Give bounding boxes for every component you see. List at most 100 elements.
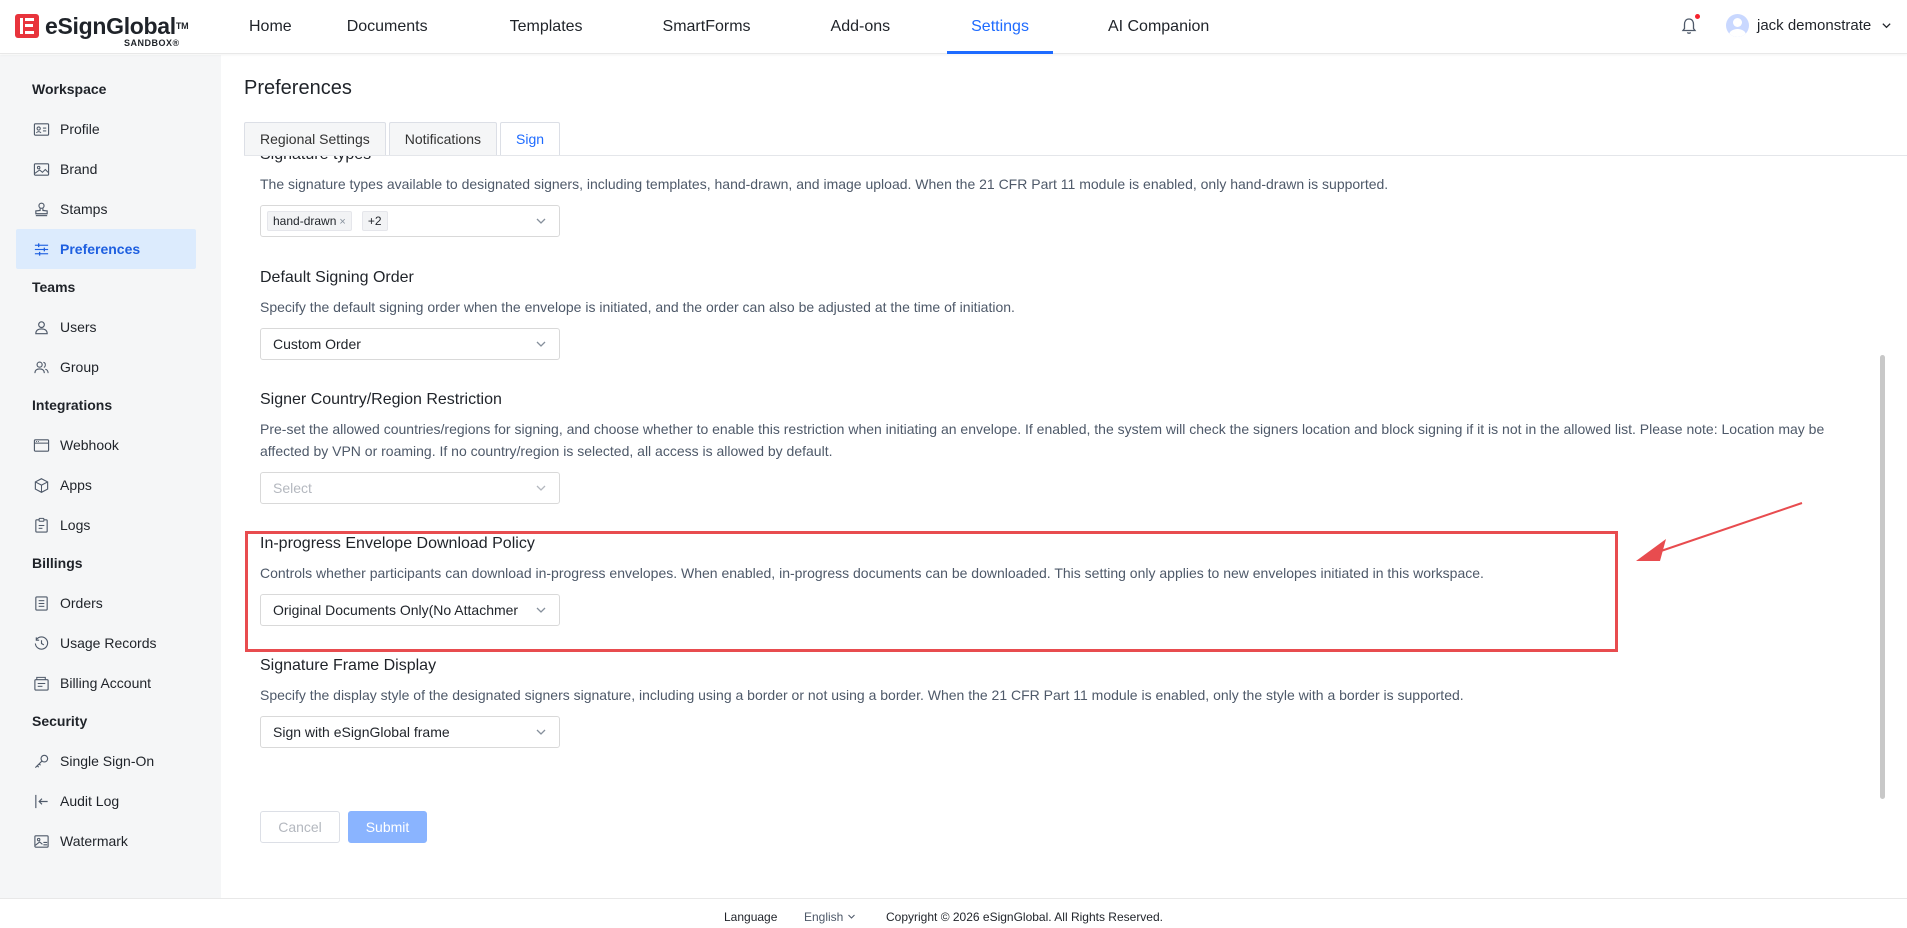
sidebar-item-label: Group	[60, 359, 99, 375]
section-frame-display: Signature Frame Display Specify the disp…	[260, 657, 1860, 748]
sidebar-item-audit-log[interactable]: Audit Log	[16, 781, 196, 821]
cube-icon	[32, 477, 50, 493]
sidebar-item-label: Preferences	[60, 241, 141, 257]
user-icon	[32, 319, 50, 335]
nav-settings[interactable]: Settings	[947, 0, 1053, 54]
sidebar-item-label: Users	[60, 319, 97, 335]
frame-display-select[interactable]: Sign with eSignGlobal frame	[260, 716, 560, 748]
nav-smartforms[interactable]: SmartForms	[663, 0, 751, 54]
section-description: Specify the default signing order when t…	[260, 299, 1015, 315]
section-default-signing-order: Default Signing Order Specify the defaul…	[260, 269, 1860, 360]
wallet-icon	[32, 675, 50, 691]
nav-ai-companion[interactable]: AI Companion	[1108, 0, 1209, 54]
sidebar-group-teams: Teams	[32, 279, 76, 295]
sandbox-label: SANDBOX®	[124, 38, 180, 48]
main-content: Preferences Regional Settings Notificati…	[221, 55, 1907, 898]
close-icon[interactable]: ×	[339, 216, 345, 228]
more-tags-badge: +2	[361, 211, 388, 231]
group-icon	[32, 359, 50, 375]
chevron-down-icon	[536, 729, 546, 735]
language-selector[interactable]: English	[804, 910, 856, 924]
sidebar-item-label: Orders	[60, 595, 103, 611]
submit-button[interactable]: Submit	[348, 811, 427, 843]
sidebar-item-label: Logs	[60, 517, 91, 533]
sidebar-item-label: Apps	[60, 477, 92, 493]
sidebar-item-label: Webhook	[60, 437, 119, 453]
settings-sidebar: Workspace Profile Brand Stamps Preferenc…	[0, 55, 221, 898]
chevron-down-icon	[847, 914, 855, 919]
top-navbar: eSignGlobalTM SANDBOX® Home Documents Te…	[0, 0, 1907, 54]
sidebar-item-billing-account[interactable]: Billing Account	[16, 663, 196, 703]
country-restriction-select[interactable]: Select	[260, 472, 560, 504]
sidebar-item-watermark[interactable]: Watermark	[16, 821, 196, 861]
avatar	[1726, 14, 1749, 37]
sidebar-item-preferences[interactable]: Preferences	[16, 229, 196, 269]
page-title: Preferences	[244, 77, 352, 99]
tab-notifications[interactable]: Notifications	[388, 122, 498, 156]
sliders-icon	[32, 241, 50, 257]
nav-documents[interactable]: Documents	[347, 0, 428, 54]
logo-icon	[15, 14, 39, 38]
selected-tag: hand-drawn ×	[267, 211, 352, 231]
sidebar-item-orders[interactable]: Orders	[16, 583, 196, 623]
annotation-arrow-icon	[1636, 502, 1803, 561]
section-description: The signature types available to designa…	[260, 176, 1389, 192]
preference-tabs: Regional Settings Notifications Sign	[244, 122, 563, 156]
sidebar-item-webhook[interactable]: Webhook	[16, 425, 196, 465]
sidebar-item-single-sign-on[interactable]: Single Sign-On	[16, 741, 196, 781]
cancel-button[interactable]: Cancel	[260, 811, 340, 843]
tag-label: hand-drawn	[273, 214, 337, 228]
chevron-down-icon	[536, 485, 546, 491]
brand-logo[interactable]: eSignGlobalTM SANDBOX®	[15, 13, 189, 48]
section-signature-types: Signature types The signature types avai…	[260, 156, 1860, 237]
language-value: English	[804, 910, 844, 924]
sidebar-item-stamps[interactable]: Stamps	[16, 189, 196, 229]
user-menu[interactable]: jack demonstrate	[1726, 14, 1892, 37]
chevron-down-icon	[1882, 23, 1891, 29]
content-scrollbar[interactable]	[1880, 355, 1885, 799]
sidebar-item-brand[interactable]: Brand	[16, 149, 196, 189]
stamp-icon	[32, 201, 50, 217]
annotation-highlight-box	[245, 531, 1618, 652]
sidebar-group-workspace: Workspace	[32, 81, 107, 97]
select-value: Custom Order	[273, 336, 361, 352]
language-label: Language	[724, 910, 778, 924]
signing-order-select[interactable]: Custom Order	[260, 328, 560, 360]
sidebar-item-label: Single Sign-On	[60, 753, 155, 769]
chevron-down-icon	[536, 341, 546, 347]
history-icon	[32, 635, 50, 651]
section-title: Signature Frame Display	[260, 657, 437, 674]
sidebar-item-profile[interactable]: Profile	[16, 109, 196, 149]
sidebar-item-label: Billing Account	[60, 675, 152, 691]
sidebar-item-label: Stamps	[60, 201, 108, 217]
sidebar-item-logs[interactable]: Logs	[16, 505, 196, 545]
nav-templates[interactable]: Templates	[510, 0, 583, 54]
section-description: Pre-set the allowed countries/regions fo…	[260, 421, 1825, 459]
copyright-text: Copyright © 2026 eSignGlobal. All Rights…	[886, 910, 1163, 924]
section-description: Specify the display style of the designa…	[260, 687, 1464, 703]
section-title: Signer Country/Region Restriction	[260, 391, 502, 408]
bell-icon[interactable]	[1681, 17, 1697, 35]
watermark-icon	[32, 833, 50, 849]
signature-types-select[interactable]: hand-drawn × +2	[260, 205, 560, 237]
sidebar-item-group[interactable]: Group	[16, 347, 196, 387]
brand-name: eSignGlobal	[45, 13, 176, 39]
page-footer: Language English Copyright © 2026 eSignG…	[0, 898, 1907, 928]
tab-sign[interactable]: Sign	[500, 122, 561, 156]
sidebar-item-users[interactable]: Users	[16, 307, 196, 347]
sidebar-group-security: Security	[32, 713, 88, 729]
section-title: Default Signing Order	[260, 269, 414, 286]
tab-regional-settings[interactable]: Regional Settings	[244, 122, 386, 156]
section-country-restriction: Signer Country/Region Restriction Pre-se…	[260, 391, 1860, 504]
main-nav: Home Documents Templates SmartForms Add-…	[226, 0, 1209, 54]
sidebar-item-apps[interactable]: Apps	[16, 465, 196, 505]
brand-tm: TM	[175, 21, 189, 31]
id-card-icon	[32, 121, 50, 137]
sidebar-item-label: Brand	[60, 161, 98, 177]
nav-addons[interactable]: Add-ons	[831, 0, 891, 54]
sidebar-item-usage-records[interactable]: Usage Records	[16, 623, 196, 663]
browser-icon	[32, 437, 50, 453]
key-icon	[32, 753, 50, 769]
nav-home[interactable]: Home	[226, 0, 315, 54]
chevron-down-icon	[536, 218, 546, 224]
